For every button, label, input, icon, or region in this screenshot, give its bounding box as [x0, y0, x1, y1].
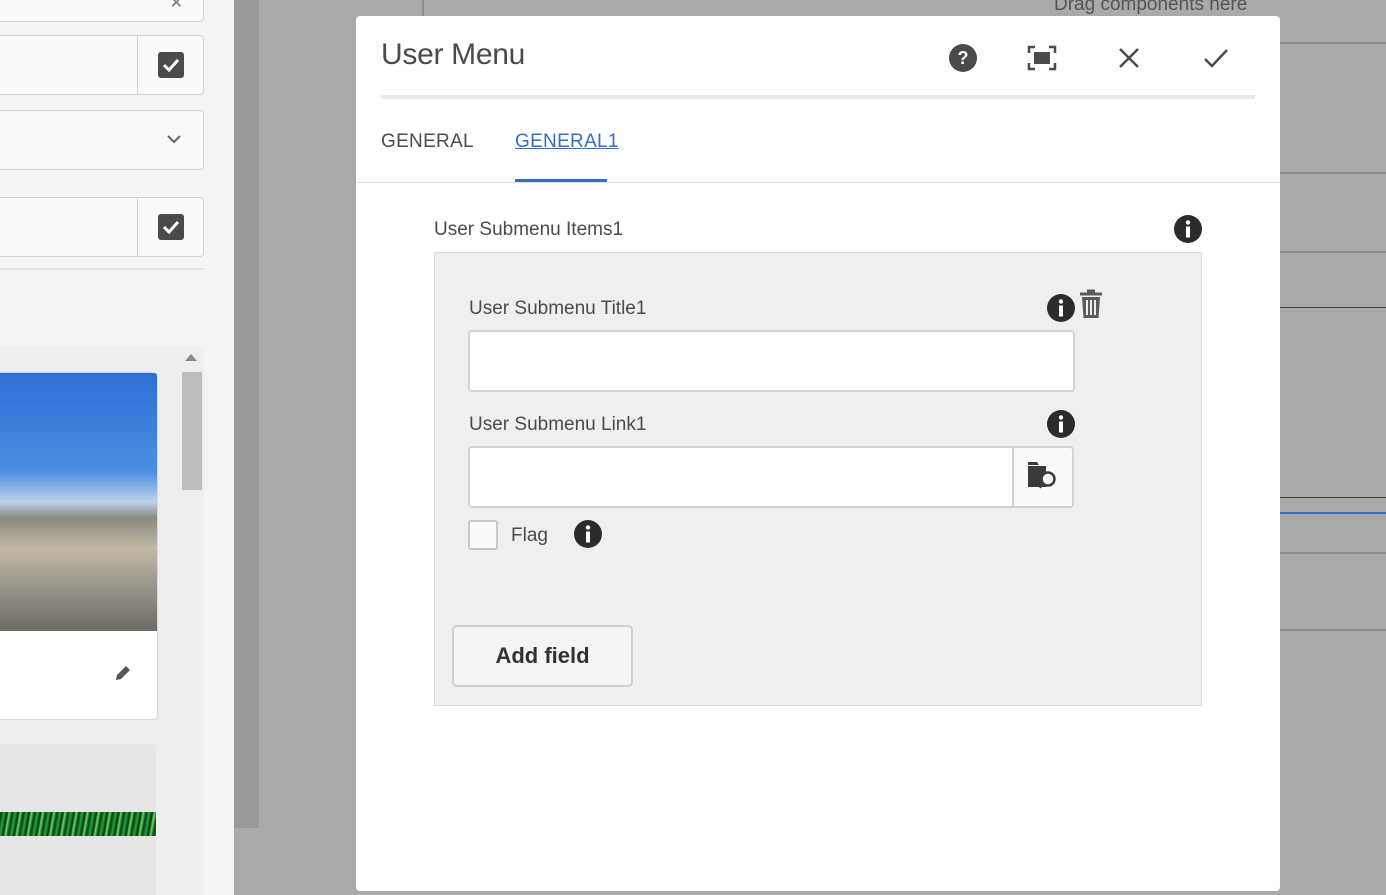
- info-icon[interactable]: [1046, 293, 1076, 323]
- canvas-divider: [1280, 251, 1386, 253]
- tab-general1[interactable]: GENERAL1: [515, 131, 619, 153]
- help-button[interactable]: ?: [943, 40, 983, 80]
- close-icon: [1117, 46, 1141, 75]
- pencil-icon[interactable]: [113, 663, 133, 688]
- scroll-up-arrow-icon[interactable]: [185, 354, 197, 361]
- side-panel-checkbox-2[interactable]: [137, 198, 203, 256]
- side-panel-divider: [0, 268, 204, 270]
- checkmark-icon: [1203, 47, 1229, 74]
- info-icon[interactable]: [573, 519, 603, 549]
- help-icon: ?: [948, 43, 978, 78]
- side-panel-select[interactable]: [0, 110, 204, 170]
- fullscreen-button[interactable]: [1022, 40, 1062, 80]
- canvas-divider: [1280, 42, 1386, 44]
- close-icon[interactable]: ✕: [170, 0, 183, 13]
- canvas-divider: [1280, 497, 1386, 498]
- side-panel-gutter: [234, 0, 259, 828]
- asset-thumbnail: [0, 373, 157, 631]
- checkbox-checked-icon: [157, 52, 184, 78]
- fullscreen-icon: [1027, 45, 1057, 76]
- cancel-button[interactable]: [1109, 40, 1149, 80]
- scrollbar-thumb[interactable]: [182, 372, 202, 490]
- path-browser-button[interactable]: [1012, 446, 1074, 508]
- chevron-down-icon: [167, 131, 181, 149]
- canvas-divider: [1280, 552, 1386, 554]
- side-panel-checkbox-1[interactable]: [137, 36, 203, 94]
- checkbox-checked-icon: [157, 214, 184, 240]
- dialog-title: User Menu: [381, 38, 526, 71]
- side-panel-text-field-2[interactable]: [0, 197, 204, 257]
- submenu-link-label: User Submenu Link1: [469, 414, 647, 435]
- flag-label: Flag: [511, 525, 548, 546]
- asset-thumbnail: [0, 812, 156, 836]
- tab-general[interactable]: GENERAL: [381, 131, 474, 153]
- canvas-divider: [1280, 172, 1386, 174]
- folder-search-icon: [1027, 460, 1059, 495]
- side-panel-text-field-1[interactable]: [0, 35, 204, 95]
- add-field-button[interactable]: Add field: [452, 625, 633, 687]
- canvas-selection-line: [1280, 512, 1386, 514]
- tabs-divider: [356, 182, 1280, 183]
- header-divider: [381, 95, 1255, 99]
- canvas-divider: [1280, 629, 1386, 631]
- side-panel: ✕: [0, 0, 234, 895]
- side-panel-field-top[interactable]: ✕: [0, 0, 204, 22]
- submenu-title-label: User Submenu Title1: [469, 298, 647, 319]
- svg-text:?: ?: [958, 48, 969, 68]
- submenu-link-input[interactable]: [468, 446, 1014, 508]
- info-icon[interactable]: [1173, 214, 1203, 244]
- asset-card[interactable]: [0, 744, 156, 895]
- flag-checkbox[interactable]: [468, 520, 498, 550]
- user-menu-dialog: User Menu ? GENERAL GENERAL1 User Submen…: [356, 16, 1280, 891]
- submenu-title-input[interactable]: [468, 330, 1075, 392]
- info-icon[interactable]: [1046, 409, 1076, 439]
- multifield-label: User Submenu Items1: [434, 219, 624, 240]
- canvas-divider: [1280, 307, 1386, 308]
- done-button[interactable]: [1196, 40, 1236, 80]
- canvas-divider: [422, 0, 424, 16]
- trash-icon[interactable]: [1078, 289, 1104, 324]
- scrollbar[interactable]: [181, 350, 203, 895]
- drop-zone-hint: Drag components here: [1054, 0, 1248, 15]
- asset-card[interactable]: [0, 372, 158, 720]
